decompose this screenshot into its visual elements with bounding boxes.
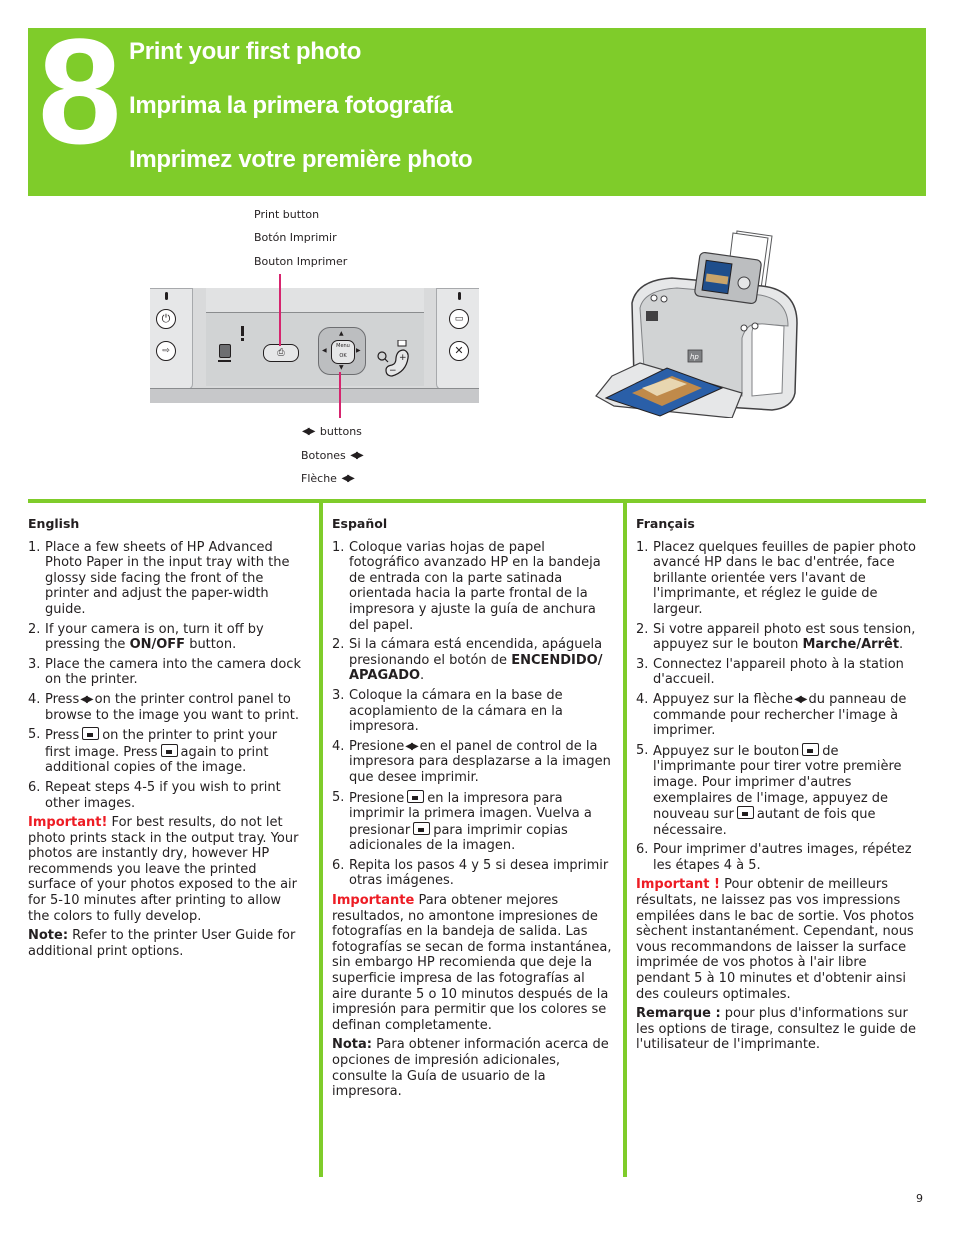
- section-divider-horizontal: [28, 499, 926, 503]
- panel-center-section: ⎙ ▲ ▼ ◀ ▶ Menu OK + −: [206, 288, 424, 386]
- list-item: 4. Press◀▶ on the printer control panel to…: [28, 691, 300, 723]
- panel-right-section: ▭ ✕: [436, 288, 479, 390]
- important-note: Important! For best results, do not let …: [28, 815, 299, 924]
- cancel-x-icon: ✕: [449, 341, 469, 361]
- list-item: 3. Place the camera into the camera dock …: [28, 656, 301, 688]
- print-icon: [407, 789, 425, 803]
- list-item: 4. Presione◀▶ en el panel de control de la…: [332, 738, 611, 785]
- print-icon: [802, 742, 820, 756]
- callout-print-button-es: Botón Imprimir: [254, 231, 337, 244]
- left-right-arrows-icon: ◀▶: [794, 693, 807, 705]
- print-icon: [82, 727, 100, 741]
- list-item: 5. Press on the printer to print your firs…: [28, 727, 278, 776]
- column-heading: Français: [636, 516, 695, 531]
- column-divider-2: [623, 499, 627, 1177]
- list-item: 2. Si la cámara está encendida, apáguela …: [332, 637, 603, 684]
- list-item: 4. Appuyez sur la flèche◀▶ du panneau de c…: [636, 691, 907, 739]
- callout-print-button-fr: Bouton Imprimer: [254, 255, 348, 268]
- control-panel-illustration: ⏻ ⇨ ⎙ ▲ ▼ ◀ ▶ Menu OK + − ▭ ✕: [150, 288, 479, 403]
- column-heading: Español: [332, 516, 388, 531]
- callout-arrow-buttons-fr: Flèche ◀▶: [301, 472, 355, 485]
- list-item: 5. Appuyez sur le bouton de l'imprimante p…: [636, 742, 902, 838]
- column-french: Français 1. Placez quelques feuilles de p…: [636, 516, 916, 1057]
- panel-left-section: ⏻ ⇨: [150, 288, 193, 390]
- title-spanish: Imprima la primera fotografía: [129, 92, 453, 119]
- menu-ok-button-icon: Menu OK: [331, 340, 355, 364]
- svg-text:+: +: [399, 353, 407, 363]
- important-note: Important ! Pour obtenir de meilleurs ré…: [636, 877, 915, 1002]
- callout-print-button-en: Print button: [254, 208, 320, 221]
- list-item: 1. Place a few sheets of HP Advanced Phot…: [28, 539, 290, 617]
- photo-printer-illustration: hp: [592, 228, 802, 419]
- page-number: 9: [916, 1192, 923, 1205]
- tv-icon: ▭: [449, 309, 469, 329]
- arrow-buttons-leader-line: [339, 372, 341, 418]
- steps-list: 1. Place a few sheets of HP Advanced Phot…: [28, 540, 306, 812]
- list-item: 3. Connectez l'appareil photo à la statio…: [636, 656, 904, 688]
- list-item: 6. Repeat steps 4-5 if you wish to print …: [28, 779, 281, 811]
- list-item: 2. Si votre appareil photo est sous tensi…: [636, 621, 916, 653]
- power-led: [165, 292, 168, 300]
- step-number: 8: [38, 7, 121, 175]
- list-item: 6. Pour imprimer d'autres images, répétez…: [636, 842, 912, 873]
- print-icon: [736, 806, 754, 820]
- note: Note: Refer to the printer User Guide fo…: [28, 928, 296, 959]
- column-heading: English: [28, 516, 80, 531]
- list-item: 3. Coloque la cámara en la base de acopla…: [332, 687, 563, 735]
- svg-text:hp: hp: [690, 353, 699, 361]
- list-item: 6. Repita los pasos 4 y 5 si desea imprim…: [332, 857, 609, 889]
- left-right-arrows-icon: ◀▶: [350, 450, 363, 461]
- column-divider-1: [319, 499, 323, 1177]
- left-right-arrows-icon: ◀▶: [341, 473, 354, 484]
- title-french: Imprimez votre première photo: [129, 146, 473, 173]
- column-english: English 1. Place a few sheets of HP Advan…: [28, 516, 306, 963]
- print-button-icon: ⎙: [263, 344, 299, 362]
- print-button-leader-line: [279, 274, 281, 346]
- title-english: Print your first photo: [129, 38, 362, 65]
- step-banner: 8 Print your first photo Imprima la prim…: [28, 16, 926, 196]
- power-icon: ⏻: [156, 309, 176, 329]
- save-folder-icon: ⇨: [156, 341, 176, 361]
- callout-arrow-buttons-en: ◀▶ buttons: [302, 425, 362, 438]
- list-item: 1. Coloque varias hojas de papel fotográf…: [332, 539, 601, 633]
- left-right-arrows-icon: ◀▶: [302, 426, 315, 437]
- steps-list: 1. Coloque varias hojas de papel fotográf…: [332, 540, 612, 889]
- note: Remarque : pour plus d'informations sur …: [636, 1006, 916, 1053]
- callout-arrow-buttons-es: Botones ◀▶: [301, 449, 364, 462]
- important-note: Importante Para obtener mejores resultad…: [332, 893, 612, 1033]
- list-item: 1. Placez quelques feuilles de papier pho…: [636, 539, 917, 617]
- list-item: 5. Presione en la impresora para imprimir …: [332, 789, 592, 854]
- list-item: 2. If your camera is on, turn it off by p…: [28, 621, 264, 653]
- zoom-control-icon: + −: [376, 339, 409, 377]
- svg-text:−: −: [389, 366, 397, 376]
- photo-fix-icon: [219, 344, 231, 358]
- print-icon: [413, 821, 431, 835]
- column-spanish: Español 1. Coloque varias hojas de papel …: [332, 516, 612, 1104]
- tv-led: [458, 292, 461, 300]
- note: Nota: Para obtener información acerca de…: [332, 1037, 609, 1100]
- print-icon: [160, 743, 178, 757]
- dpad-icon: ▲ ▼ ◀ ▶ Menu OK: [318, 327, 366, 375]
- attention-light-icon: [241, 326, 244, 336]
- left-right-arrows-icon: ◀▶: [405, 740, 418, 752]
- steps-list: 1. Placez quelques feuilles de papier pho…: [636, 540, 916, 874]
- left-right-arrows-icon: ◀▶: [80, 693, 93, 705]
